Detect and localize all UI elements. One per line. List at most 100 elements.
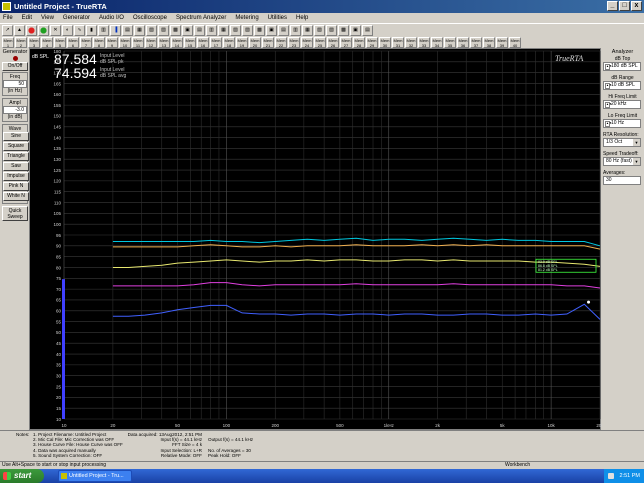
menu-item-generator[interactable]: Generator bbox=[63, 13, 90, 23]
stop-icon[interactable]: ✕ bbox=[50, 24, 61, 36]
memory-button[interactable]: Mem 37 bbox=[470, 36, 482, 48]
memory-button[interactable]: Mem 12 bbox=[145, 36, 157, 48]
generator-icon[interactable]: ◐ bbox=[62, 24, 73, 36]
view-j-icon[interactable]: ▧ bbox=[230, 24, 241, 36]
db-top-input[interactable]: ▲▼ 180 dB SPL bbox=[603, 62, 641, 71]
memory-button[interactable]: Mem 13 bbox=[158, 36, 170, 48]
run-icon[interactable] bbox=[38, 24, 49, 36]
memory-button[interactable]: Mem 38 bbox=[483, 36, 495, 48]
resolution-select[interactable]: 1/3 Oct bbox=[603, 138, 641, 147]
menu-item-view[interactable]: View bbox=[41, 13, 54, 23]
memory-button[interactable]: Mem 28 bbox=[353, 36, 365, 48]
memory-button[interactable]: Mem 16 bbox=[197, 36, 209, 48]
view-i-icon[interactable]: ▦ bbox=[218, 24, 229, 36]
maximize-button[interactable]: □ bbox=[619, 1, 630, 11]
memory-button[interactable]: Mem 29 bbox=[366, 36, 378, 48]
memory-button[interactable]: Mem 19 bbox=[236, 36, 248, 48]
view-r-icon[interactable]: ▨ bbox=[326, 24, 337, 36]
lo-freq-input[interactable]: ▲▼ 10 Hz bbox=[603, 119, 641, 128]
wave-impulse-button[interactable]: Impulse bbox=[3, 172, 29, 181]
hi-freq-input[interactable]: ▲▼ 20 kHz bbox=[603, 100, 641, 109]
menu-item-file[interactable]: File bbox=[3, 13, 13, 23]
close-button[interactable]: x bbox=[631, 1, 642, 11]
view-g-icon[interactable]: ▤ bbox=[194, 24, 205, 36]
memory-button[interactable]: Mem 5 bbox=[54, 36, 66, 48]
start-button[interactable]: start bbox=[0, 469, 44, 483]
memory-button[interactable]: Mem 18 bbox=[223, 36, 235, 48]
bars-icon[interactable]: ▥ bbox=[98, 24, 109, 36]
view-o-icon[interactable]: ▥ bbox=[290, 24, 301, 36]
memory-button[interactable]: Mem 23 bbox=[288, 36, 300, 48]
view-p-icon[interactable]: ▦ bbox=[302, 24, 313, 36]
wave-square-button[interactable]: Square bbox=[3, 142, 29, 151]
spl-icon[interactable]: ▐ bbox=[110, 24, 121, 36]
scope-icon[interactable]: ∿ bbox=[74, 24, 85, 36]
memory-button[interactable]: Mem 35 bbox=[444, 36, 456, 48]
memory-button[interactable]: Mem 1 bbox=[2, 36, 14, 48]
db-top-spinner-icon[interactable]: ▲▼ bbox=[605, 64, 612, 70]
wave-sine-button[interactable]: Sine bbox=[3, 132, 29, 141]
memory-button[interactable]: Mem 25 bbox=[314, 36, 326, 48]
memory-button[interactable]: Mem 40 bbox=[509, 36, 521, 48]
memory-button[interactable]: Mem 2 bbox=[15, 36, 27, 48]
view-u-icon[interactable]: ▤ bbox=[362, 24, 373, 36]
memory-button[interactable]: Mem 31 bbox=[392, 36, 404, 48]
memory-button[interactable]: Mem 4 bbox=[41, 36, 53, 48]
menu-item-spectrum-analyzer[interactable]: Spectrum Analyzer bbox=[176, 13, 226, 23]
help-arrow-icon[interactable]: ↗ bbox=[2, 24, 13, 36]
memory-button[interactable]: Mem 20 bbox=[249, 36, 261, 48]
memory-button[interactable]: Mem 26 bbox=[327, 36, 339, 48]
memory-button[interactable]: Mem 8 bbox=[93, 36, 105, 48]
memory-button[interactable]: Mem 24 bbox=[301, 36, 313, 48]
record-icon[interactable] bbox=[26, 24, 37, 36]
menu-item-utilities[interactable]: Utilities bbox=[268, 13, 287, 23]
menu-item-oscilloscope[interactable]: Oscilloscope bbox=[133, 13, 167, 23]
memory-button[interactable]: Mem 3 bbox=[28, 36, 40, 48]
menu-item-help[interactable]: Help bbox=[296, 13, 308, 23]
memory-button[interactable]: Mem 39 bbox=[496, 36, 508, 48]
memory-button[interactable]: Mem 36 bbox=[457, 36, 469, 48]
minimize-button[interactable]: _ bbox=[607, 1, 618, 11]
view-t-icon[interactable]: ▣ bbox=[350, 24, 361, 36]
view-d-icon[interactable]: ▨ bbox=[158, 24, 169, 36]
view-n-icon[interactable]: ▤ bbox=[278, 24, 289, 36]
rta-icon[interactable]: ▲ bbox=[14, 24, 25, 36]
db-range-input[interactable]: ▲▼ 10 dB SPL bbox=[603, 81, 641, 90]
spectrum-chart[interactable]: 180 175 170 165 160 155 150 145 140 135 130 125 120 1… bbox=[29, 48, 602, 430]
speed-select[interactable]: 80 Hz (fast) bbox=[603, 157, 641, 166]
taskbar-item-truerta[interactable]: Untitled Project - Tru... bbox=[58, 470, 132, 482]
lo-freq-spinner-icon[interactable]: ▲▼ bbox=[605, 121, 612, 127]
memory-button[interactable]: Mem 30 bbox=[379, 36, 391, 48]
tray-icon[interactable] bbox=[608, 473, 614, 479]
generator-onoff-button[interactable]: On/Off bbox=[2, 62, 28, 71]
memory-button[interactable]: Mem 17 bbox=[210, 36, 222, 48]
wave-saw-button[interactable]: Saw bbox=[3, 162, 29, 171]
view-e-icon[interactable]: ▩ bbox=[170, 24, 181, 36]
memory-button[interactable]: Mem 32 bbox=[405, 36, 417, 48]
view-a-icon[interactable]: ▤ bbox=[122, 24, 133, 36]
ampl-input[interactable]: -3.0 bbox=[3, 106, 27, 114]
view-q-icon[interactable]: ▧ bbox=[314, 24, 325, 36]
menu-item-metering[interactable]: Metering bbox=[235, 13, 258, 23]
memory-button[interactable]: Mem 11 bbox=[132, 36, 144, 48]
view-s-icon[interactable]: ▩ bbox=[338, 24, 349, 36]
view-l-icon[interactable]: ▩ bbox=[254, 24, 265, 36]
wave-pink-noise-button[interactable]: Pink N bbox=[3, 182, 29, 191]
wave-white-noise-button[interactable]: White N bbox=[3, 192, 29, 201]
wave-triangle-button[interactable]: Triangle bbox=[3, 152, 29, 161]
memory-button[interactable]: Mem 6 bbox=[67, 36, 79, 48]
view-h-icon[interactable]: ▥ bbox=[206, 24, 217, 36]
db-range-spinner-icon[interactable]: ▲▼ bbox=[605, 83, 612, 89]
memory-button[interactable]: Mem 33 bbox=[418, 36, 430, 48]
hi-freq-spinner-icon[interactable]: ▲▼ bbox=[605, 102, 612, 108]
menu-item-edit[interactable]: Edit bbox=[22, 13, 32, 23]
menu-item-audio-i-o[interactable]: Audio I/O bbox=[99, 13, 124, 23]
freq-input[interactable]: 50 bbox=[3, 80, 27, 88]
quick-sweep-button[interactable]: Quick Sweep bbox=[2, 206, 28, 221]
view-k-icon[interactable]: ▨ bbox=[242, 24, 253, 36]
memory-button[interactable]: Mem 15 bbox=[184, 36, 196, 48]
memory-button[interactable]: Mem 10 bbox=[119, 36, 131, 48]
memory-button[interactable]: Mem 27 bbox=[340, 36, 352, 48]
memory-button[interactable]: Mem 7 bbox=[80, 36, 92, 48]
averages-input[interactable]: 30 bbox=[603, 176, 641, 185]
